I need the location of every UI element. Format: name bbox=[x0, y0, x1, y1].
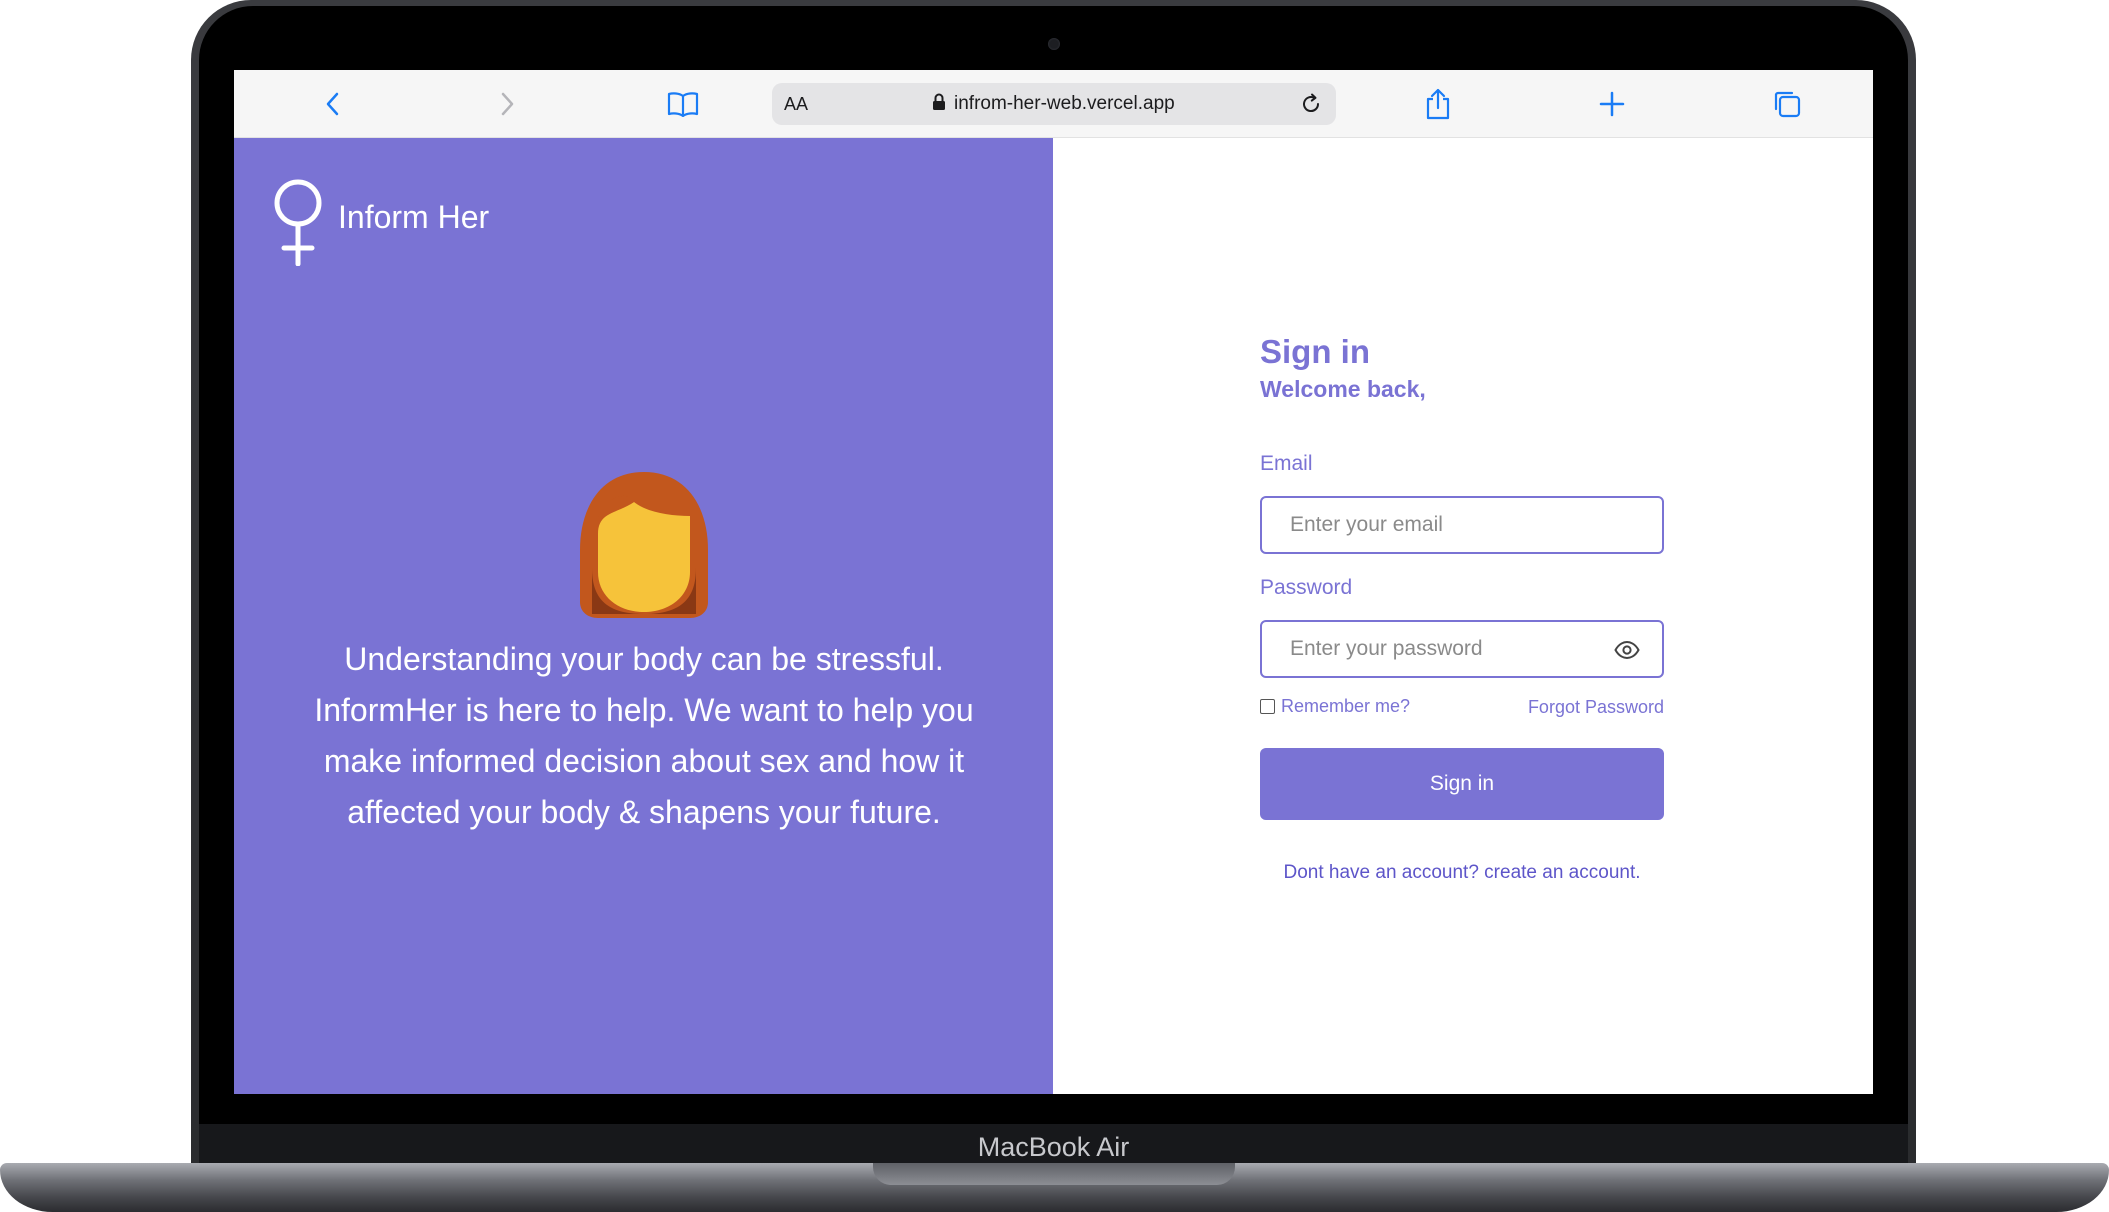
laptop-hinge-notch bbox=[873, 1163, 1235, 1185]
create-account-link[interactable]: Dont have an account? create an account. bbox=[1260, 862, 1664, 884]
eye-icon[interactable] bbox=[1612, 635, 1642, 665]
url-display[interactable]: infrom-her-web.vercel.app bbox=[932, 83, 1175, 125]
browser-toolbar: AA infrom-her-web.vercel.app bbox=[234, 70, 1873, 138]
password-label: Password bbox=[1260, 576, 1353, 599]
signin-title: Sign in bbox=[1260, 333, 1370, 370]
email-field-wrapper bbox=[1260, 496, 1664, 554]
book-icon[interactable] bbox=[666, 87, 700, 121]
signin-button[interactable]: Sign in bbox=[1260, 748, 1664, 820]
share-icon[interactable] bbox=[1421, 87, 1455, 121]
password-field-wrapper bbox=[1260, 620, 1664, 678]
hero-message: Understanding your body can be stressful… bbox=[314, 641, 974, 830]
signin-panel: Sign in Welcome back, Email Password Rem… bbox=[1053, 138, 1873, 1094]
camera-icon bbox=[1048, 38, 1060, 50]
text-size-button[interactable]: AA bbox=[784, 83, 808, 125]
chevron-left-icon[interactable] bbox=[316, 87, 350, 121]
hero-panel: Inform Her Understanding your body can b… bbox=[234, 138, 1053, 1094]
logo-text: Inform Her bbox=[338, 199, 490, 235]
remember-label: Remember me? bbox=[1281, 696, 1411, 716]
remember-checkbox[interactable] bbox=[1260, 699, 1275, 714]
options-row: Remember me? Forgot Password bbox=[1260, 696, 1664, 722]
url-text: infrom-her-web.vercel.app bbox=[954, 93, 1175, 114]
reload-icon[interactable] bbox=[1294, 87, 1328, 121]
signin-subtitle: Welcome back, bbox=[1260, 376, 1426, 402]
venus-icon bbox=[272, 178, 324, 271]
tabs-icon[interactable] bbox=[1770, 87, 1804, 121]
woman-avatar-icon bbox=[572, 468, 716, 620]
screen: AA infrom-her-web.vercel.app Inform Her … bbox=[234, 70, 1873, 1094]
lock-icon bbox=[932, 93, 946, 116]
remember-me[interactable]: Remember me? bbox=[1260, 696, 1410, 717]
address-bar[interactable]: AA infrom-her-web.vercel.app bbox=[772, 83, 1336, 125]
logo[interactable]: Inform Her bbox=[272, 178, 489, 271]
signin-form: Sign in Welcome back, Email Password Rem… bbox=[1260, 332, 1664, 883]
forgot-password-link[interactable]: Forgot Password bbox=[1528, 697, 1664, 718]
email-label: Email bbox=[1260, 452, 1313, 475]
email-field[interactable] bbox=[1288, 498, 1588, 552]
plus-icon[interactable] bbox=[1595, 87, 1629, 121]
password-field[interactable] bbox=[1288, 622, 1588, 676]
chevron-right-icon[interactable] bbox=[490, 87, 524, 121]
